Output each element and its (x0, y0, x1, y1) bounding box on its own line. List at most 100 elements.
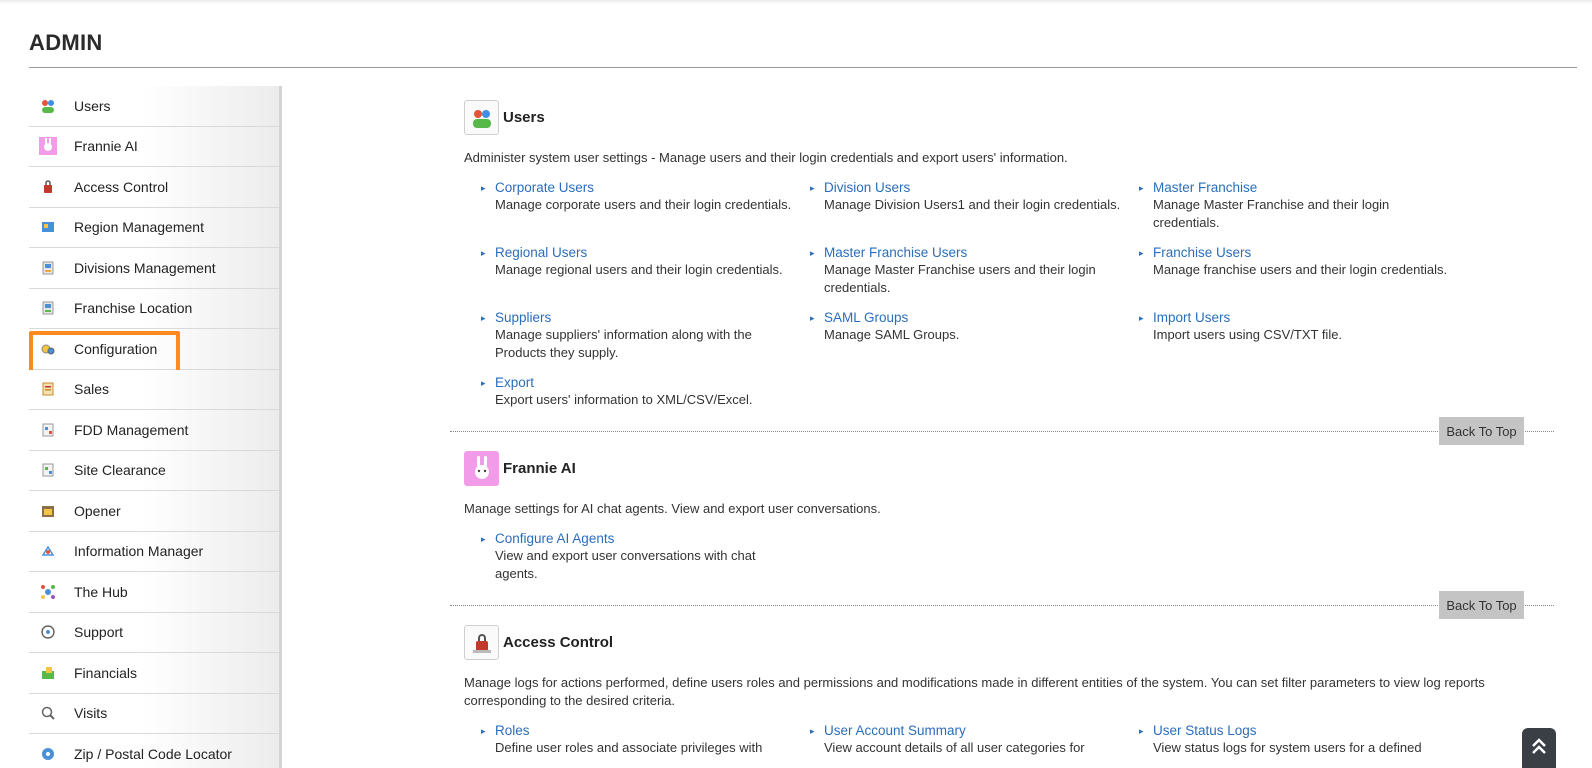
frannie-ai-section-header: Frannie AI (464, 451, 576, 486)
franchise-location-icon (39, 299, 57, 317)
sidebar-item-frannie-ai[interactable]: Frannie AI (29, 126, 279, 167)
back-to-top-button[interactable]: Back To Top (1439, 591, 1524, 619)
bullet-icon: ▸ (1139, 313, 1144, 323)
link-corporate-users: ▸ Corporate Users Manage corporate users… (481, 179, 795, 214)
saml-groups-link[interactable]: SAML Groups (824, 309, 1124, 326)
sidebar-item-information-manager[interactable]: Information Manager (29, 531, 279, 572)
link-master-franchise: ▸ Master Franchise Manage Master Franchi… (1139, 179, 1453, 231)
page-title: ADMIN (29, 30, 103, 55)
sidebar-item-label: Visits (74, 705, 108, 722)
link-description: Export users' information to XML/CSV/Exc… (495, 392, 753, 407)
sidebar-item-label: Site Clearance (74, 462, 166, 479)
frannie-ai-section: Frannie AI Manage settings for AI chat a… (450, 446, 1554, 619)
bullet-icon: ▸ (481, 726, 486, 736)
configure-ai-agents-link[interactable]: Configure AI Agents (495, 530, 775, 547)
admin-main-content: Users Administer system user settings - … (450, 86, 1554, 768)
link-user-account-summary: ▸ User Account Summary View account deta… (810, 722, 1124, 757)
zip-locator-icon (39, 745, 57, 763)
link-description: Manage Master Franchise users and their … (824, 262, 1096, 295)
sidebar-item-users[interactable]: Users (29, 86, 279, 127)
frannie-ai-section-title: Frannie AI (503, 460, 576, 477)
sidebar-item-label: Access Control (74, 178, 169, 195)
users-section-header: Users (464, 100, 545, 135)
access-control-section-title: Access Control (503, 634, 614, 651)
link-saml-groups: ▸ SAML Groups Manage SAML Groups. (810, 309, 1124, 344)
financials-icon (39, 664, 57, 682)
admin-sidebar: Users Frannie AI Access Control Region M… (29, 86, 282, 768)
back-to-top-button[interactable]: Back To Top (1439, 417, 1524, 445)
users-section-title: Users (503, 109, 545, 126)
import-users-link[interactable]: Import Users (1153, 309, 1453, 326)
link-regional-users: ▸ Regional Users Manage regional users a… (481, 244, 795, 279)
division-users-link[interactable]: Division Users (824, 179, 1124, 196)
information-manager-icon (39, 542, 57, 560)
franchise-users-link[interactable]: Franchise Users (1153, 244, 1453, 261)
roles-link[interactable]: Roles (495, 722, 795, 739)
fdd-management-icon (39, 421, 57, 439)
sidebar-item-configuration[interactable]: Configuration (29, 329, 279, 374)
link-description: View status logs for system users for a … (1153, 740, 1422, 755)
access-control-icon (39, 178, 57, 196)
master-franchise-link[interactable]: Master Franchise (1153, 179, 1453, 196)
sidebar-item-financials[interactable]: Financials (29, 653, 279, 694)
link-export: ▸ Export Export users' information to XM… (481, 374, 795, 409)
access-control-section: Access Control Manage logs for actions p… (450, 621, 1554, 768)
export-link[interactable]: Export (495, 374, 795, 391)
access-control-icon (464, 625, 499, 660)
user-account-summary-link[interactable]: User Account Summary (824, 722, 1124, 739)
bullet-icon: ▸ (481, 378, 486, 388)
bullet-icon: ▸ (810, 726, 815, 736)
bullet-icon: ▸ (1139, 248, 1144, 258)
sidebar-item-opener[interactable]: Opener (29, 491, 279, 532)
link-suppliers: ▸ Suppliers Manage suppliers' informatio… (481, 309, 795, 361)
sidebar-item-sales[interactable]: Sales (29, 369, 279, 410)
sidebar-item-support[interactable]: Support (29, 612, 279, 653)
corporate-users-link[interactable]: Corporate Users (495, 179, 795, 196)
link-description: Define user roles and associate privileg… (495, 740, 763, 755)
top-shade (0, 0, 1592, 4)
sidebar-item-fdd-management[interactable]: FDD Management (29, 410, 279, 451)
link-description: Manage regional users and their login cr… (495, 262, 783, 277)
configuration-icon (39, 340, 57, 358)
sidebar-item-label: Opener (74, 502, 121, 519)
sidebar-item-label: Configuration (74, 340, 158, 357)
support-icon (39, 623, 57, 641)
the-hub-icon (39, 583, 57, 601)
users-section: Users Administer system user settings - … (450, 86, 1554, 445)
sidebar-item-label: Divisions Management (74, 259, 216, 276)
sidebar-item-access-control[interactable]: Access Control (29, 167, 279, 208)
link-master-franchise-users: ▸ Master Franchise Users Manage Master F… (810, 244, 1124, 296)
access-control-section-header: Access Control (464, 625, 613, 660)
sidebar-item-label: Users (74, 97, 111, 114)
sidebar-item-visits[interactable]: Visits (29, 693, 279, 734)
link-user-status-logs: ▸ User Status Logs View status logs for … (1139, 722, 1453, 757)
region-management-icon (39, 218, 57, 236)
scroll-to-top-button[interactable] (1522, 728, 1556, 768)
regional-users-link[interactable]: Regional Users (495, 244, 795, 261)
sidebar-item-label: Financials (74, 664, 138, 681)
sidebar-item-franchise-location[interactable]: Franchise Location (29, 288, 279, 329)
sidebar-item-zip-locator[interactable]: Zip / Postal Code Locator (29, 734, 279, 768)
divisions-management-icon (39, 259, 57, 277)
sales-icon (39, 380, 57, 398)
link-division-users: ▸ Division Users Manage Division Users1 … (810, 179, 1124, 214)
link-description: View account details of all user categor… (824, 740, 1085, 755)
sidebar-item-the-hub[interactable]: The Hub (29, 572, 279, 613)
link-description: Manage suppliers' information along with… (495, 327, 752, 360)
sidebar-item-site-clearance[interactable]: Site Clearance (29, 450, 279, 491)
visits-icon (39, 704, 57, 722)
master-franchise-users-link[interactable]: Master Franchise Users (824, 244, 1124, 261)
bullet-icon: ▸ (1139, 726, 1144, 736)
user-status-logs-link[interactable]: User Status Logs (1153, 722, 1453, 739)
users-section-description: Administer system user settings - Manage… (464, 150, 1068, 165)
bullet-icon: ▸ (810, 248, 815, 258)
link-description: Import users using CSV/TXT file. (1153, 327, 1343, 342)
sidebar-item-divisions-management[interactable]: Divisions Management (29, 248, 279, 289)
link-roles: ▸ Roles Define user roles and associate … (481, 722, 795, 757)
link-import-users: ▸ Import Users Import users using CSV/TX… (1139, 309, 1453, 344)
sidebar-item-region-management[interactable]: Region Management (29, 207, 279, 248)
bullet-icon: ▸ (810, 183, 815, 193)
sidebar-item-label: Zip / Postal Code Locator (74, 745, 232, 762)
double-chevron-up-icon (1530, 736, 1548, 761)
suppliers-link[interactable]: Suppliers (495, 309, 795, 326)
